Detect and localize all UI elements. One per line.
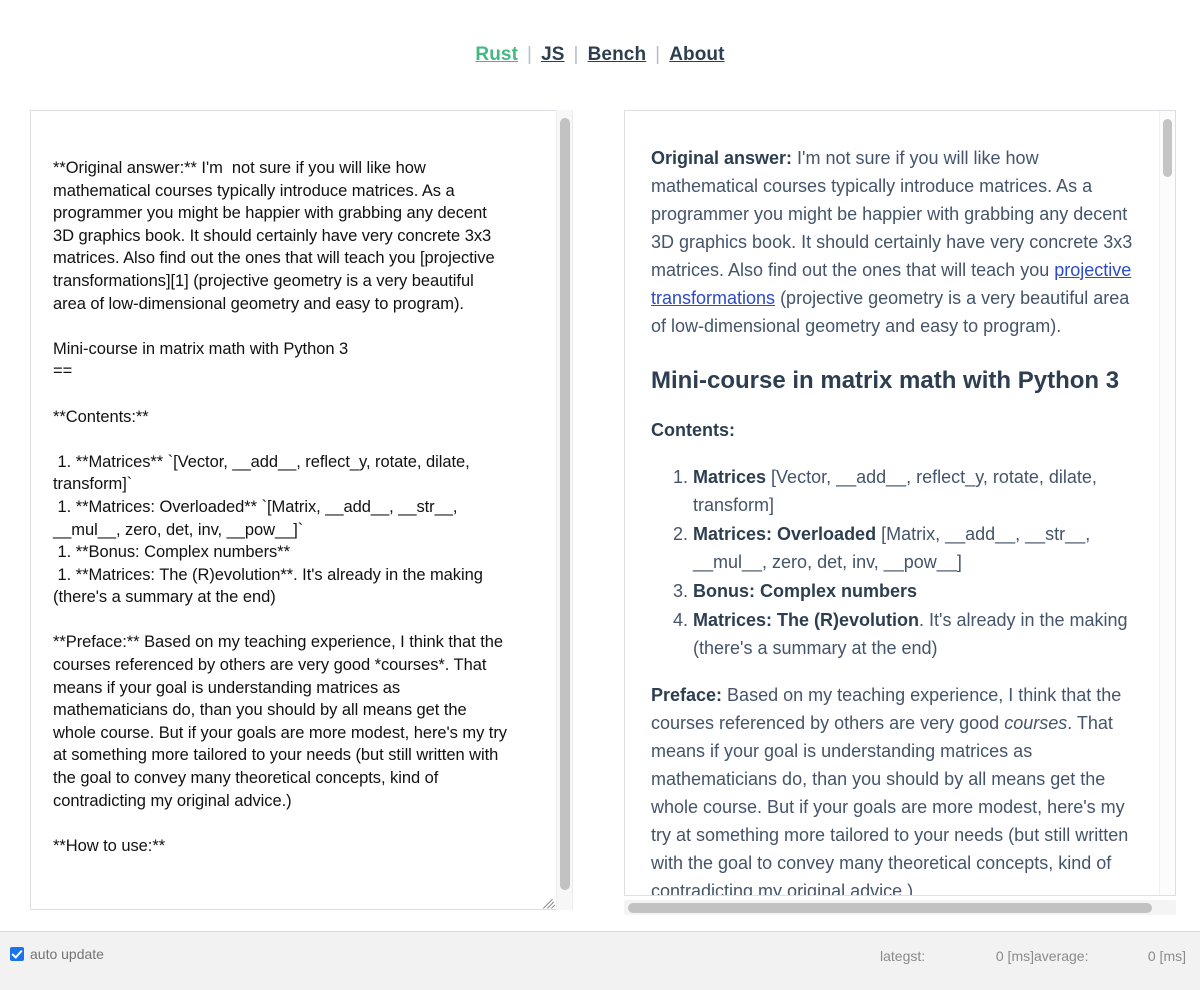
preview-scrollbar-thumb[interactable]	[1163, 119, 1172, 177]
preview-horizontal-scrollbar[interactable]	[624, 900, 1176, 915]
metric-value-lategst: 0 [ms]	[995, 948, 1034, 964]
preview-lead-preface: Preface:	[651, 685, 723, 705]
preview-horizontal-scrollbar-thumb[interactable]	[628, 903, 1152, 913]
main-split: **Original answer:** I'm not sure if you…	[0, 110, 1200, 915]
preview-paragraph-preface: Preface: Based on my teaching experience…	[651, 681, 1137, 895]
nav-separator-1: |	[527, 44, 533, 65]
list-item: Matrices: Overloaded [Matrix, __add__, _…	[693, 520, 1137, 576]
markdown-preview-viewport[interactable]: Original answer: I'm not sure if you wil…	[625, 111, 1160, 895]
page-scrollbar-thumb[interactable]	[560, 118, 570, 890]
preview-preface-text-2: . That means if your goal is understandi…	[651, 713, 1129, 895]
nav-link-about[interactable]: About	[667, 44, 726, 66]
status-bar: auto update lategst: 0 [ms] average: 0 […	[0, 931, 1200, 990]
preview-preface-emphasis: courses	[1004, 713, 1068, 733]
metric-label-average: average:	[1034, 948, 1089, 964]
preview-paragraph-contents: Contents:	[651, 416, 1137, 444]
nav-link-bench[interactable]: Bench	[586, 44, 649, 66]
auto-update-checkbox[interactable]	[10, 947, 24, 961]
auto-update-label: auto update	[30, 946, 104, 962]
markdown-editor-viewport[interactable]: **Original answer:** I'm not sure if you…	[31, 111, 559, 909]
page-vertical-scrollbar[interactable]	[556, 110, 573, 910]
nav-link-js[interactable]: JS	[539, 44, 566, 66]
nav-separator-3: |	[655, 44, 661, 65]
nav-separator-2: |	[573, 44, 579, 65]
metric-value-average: 0 [ms]	[1147, 948, 1186, 964]
markdown-editor[interactable]: **Original answer:** I'm not sure if you…	[30, 110, 573, 910]
rendered-markdown: Original answer: I'm not sure if you wil…	[651, 144, 1137, 895]
performance-metrics: lategst: 0 [ms] average: 0 [ms]	[880, 948, 1186, 964]
markdown-source-text[interactable]: **Original answer:** I'm not sure if you…	[53, 157, 508, 857]
metric-label-lategst: lategst:	[880, 948, 926, 964]
preview-vertical-scrollbar[interactable]	[1159, 111, 1175, 895]
resize-grip-icon[interactable]	[542, 894, 557, 909]
list-item: Matrices: The (R)evolution. It's already…	[693, 606, 1137, 662]
preview-heading-mini-course: Mini-course in matrix math with Python 3	[651, 367, 1120, 394]
list-item-bold: Matrices: Overloaded	[693, 524, 877, 544]
list-item: Matrices [Vector, __add__, reflect_y, ro…	[693, 463, 1137, 519]
top-nav: Rust | JS | Bench | About	[0, 0, 1200, 110]
list-item-bold: Bonus: Complex numbers	[693, 581, 918, 601]
nav-link-rust[interactable]: Rust	[473, 44, 520, 66]
list-item: Bonus: Complex numbers	[693, 577, 1137, 605]
preview-lead-contents: Contents:	[651, 420, 735, 440]
preview-ordered-list: Matrices [Vector, __add__, reflect_y, ro…	[651, 463, 1137, 662]
preview-lead-original-answer: Original answer:	[651, 148, 793, 168]
auto-update-control[interactable]: auto update	[10, 946, 104, 962]
preview-paragraph-original-answer: Original answer: I'm not sure if you wil…	[651, 144, 1137, 340]
markdown-preview: Original answer: I'm not sure if you wil…	[624, 110, 1176, 896]
list-item-bold: Matrices: The (R)evolution	[693, 610, 920, 630]
list-item-bold: Matrices	[693, 467, 767, 487]
